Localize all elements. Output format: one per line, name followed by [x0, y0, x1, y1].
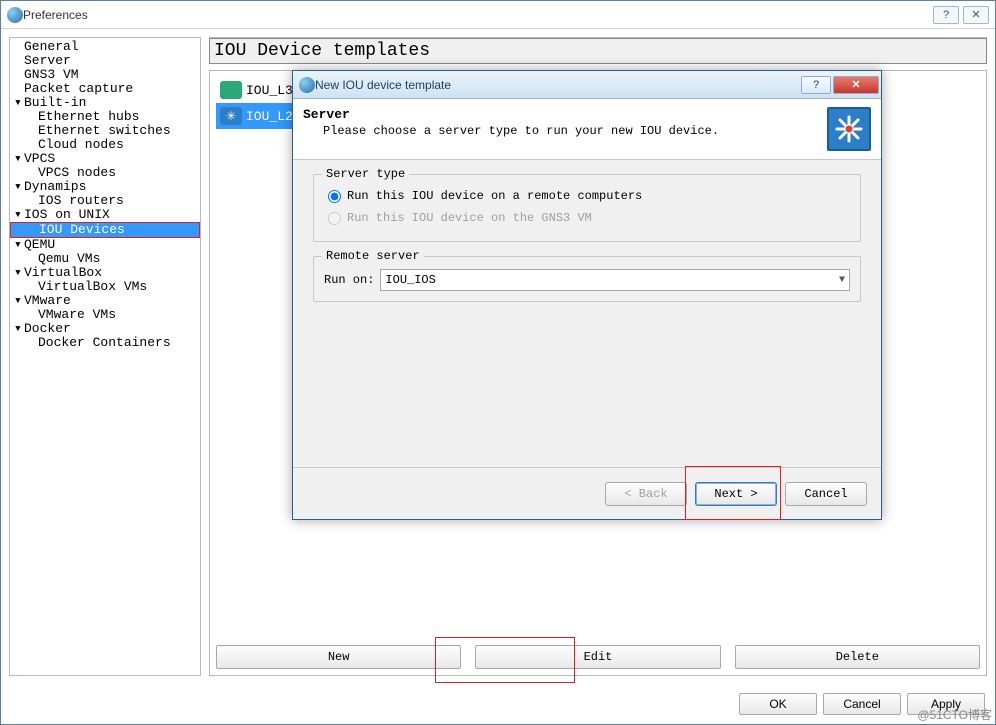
device-label: IOU_L2 [246, 109, 293, 124]
asterisk-icon [827, 107, 871, 151]
run-on-value: IOU_IOS [385, 273, 435, 287]
router-icon [220, 81, 242, 99]
group-legend: Server type [322, 167, 409, 181]
tree-vmware-vms[interactable]: VMware VMs [10, 308, 200, 322]
tree-vpcs-nodes[interactable]: VPCS nodes [10, 166, 200, 180]
radio-remote[interactable]: Run this IOU device on a remote computer… [324, 187, 850, 209]
next-button[interactable]: Next > [695, 482, 777, 506]
radio-gns3vm-input [328, 212, 341, 225]
new-iou-dialog: New IOU device template ? ✕ Server Pleas… [292, 70, 882, 520]
dialog-header-title: Server [303, 107, 827, 122]
close-button[interactable]: ✕ [963, 6, 989, 24]
tree-dynamips[interactable]: ▾Dynamips [10, 180, 200, 194]
chevron-down-icon: ▼ [839, 275, 845, 286]
dialog-close-button[interactable]: ✕ [833, 76, 879, 94]
server-type-group: Server type Run this IOU device on a rem… [313, 174, 861, 242]
help-button[interactable]: ? [933, 6, 959, 24]
tree-ethernet-hubs[interactable]: Ethernet hubs [10, 110, 200, 124]
back-button: < Back [605, 482, 687, 506]
run-on-combobox[interactable]: IOU_IOS ▼ [380, 269, 850, 291]
group-legend: Remote server [322, 249, 424, 263]
tree-virtualbox-vms[interactable]: VirtualBox VMs [10, 280, 200, 294]
tree-qemu[interactable]: ▾QEMU [10, 238, 200, 252]
nav-tree[interactable]: General Server GNS3 VM Packet capture ▾B… [9, 37, 201, 676]
page-title: IOU Device templates [209, 38, 987, 64]
app-icon [7, 7, 23, 23]
tree-docker[interactable]: ▾Docker [10, 322, 200, 336]
tree-ios-on-unix[interactable]: ▾IOS on UNIX [10, 208, 200, 222]
tree-general[interactable]: General [10, 40, 200, 54]
edit-button[interactable]: Edit [475, 645, 720, 669]
tree-ios-routers[interactable]: IOS routers [10, 194, 200, 208]
tree-iou-devices[interactable]: IOU Devices [10, 222, 200, 238]
radio-remote-label: Run this IOU device on a remote computer… [347, 189, 642, 203]
tree-server[interactable]: Server [10, 54, 200, 68]
ok-button[interactable]: OK [739, 693, 817, 715]
dialog-header: Server Please choose a server type to ru… [293, 99, 881, 160]
tree-virtualbox[interactable]: ▾VirtualBox [10, 266, 200, 280]
radio-gns3vm: Run this IOU device on the GNS3 VM [324, 209, 850, 231]
switch-icon: ✳ [220, 107, 242, 125]
titlebar: Preferences ? ✕ [1, 1, 995, 29]
window-title: Preferences [23, 8, 929, 22]
remote-server-group: Remote server Run on: IOU_IOS ▼ [313, 256, 861, 302]
cancel-button[interactable]: Cancel [823, 693, 901, 715]
tree-docker-containers[interactable]: Docker Containers [10, 336, 200, 350]
tree-packetcapture[interactable]: Packet capture [10, 82, 200, 96]
new-button[interactable]: New [216, 645, 461, 669]
tree-vmware[interactable]: ▾VMware [10, 294, 200, 308]
radio-gns3vm-label: Run this IOU device on the GNS3 VM [347, 211, 592, 225]
tree-builtin[interactable]: ▾Built-in [10, 96, 200, 110]
delete-button[interactable]: Delete [735, 645, 980, 669]
watermark: @51CTO博客 [917, 706, 992, 723]
tree-ethernet-switches[interactable]: Ethernet switches [10, 124, 200, 138]
tree-qemu-vms[interactable]: Qemu VMs [10, 252, 200, 266]
dialog-title: New IOU device template [315, 78, 799, 92]
dialog-header-subtitle: Please choose a server type to run your … [303, 124, 827, 138]
tree-vpcs[interactable]: ▾VPCS [10, 152, 200, 166]
dialog-footer: < Back Next > Cancel [293, 467, 881, 519]
radio-remote-input[interactable] [328, 190, 341, 203]
device-label: IOU_L3 [246, 83, 293, 98]
dialog-cancel-button[interactable]: Cancel [785, 482, 867, 506]
dialog-help-button[interactable]: ? [801, 76, 831, 94]
dialog-titlebar: New IOU device template ? ✕ [293, 71, 881, 99]
tree-cloud-nodes[interactable]: Cloud nodes [10, 138, 200, 152]
template-buttons: New Edit Delete [216, 645, 980, 669]
app-icon [299, 77, 315, 93]
run-on-label: Run on: [324, 273, 374, 287]
tree-gns3vm[interactable]: GNS3 VM [10, 68, 200, 82]
footer: OK Cancel Apply [1, 684, 995, 724]
dialog-body: Server type Run this IOU device on a rem… [293, 160, 881, 467]
